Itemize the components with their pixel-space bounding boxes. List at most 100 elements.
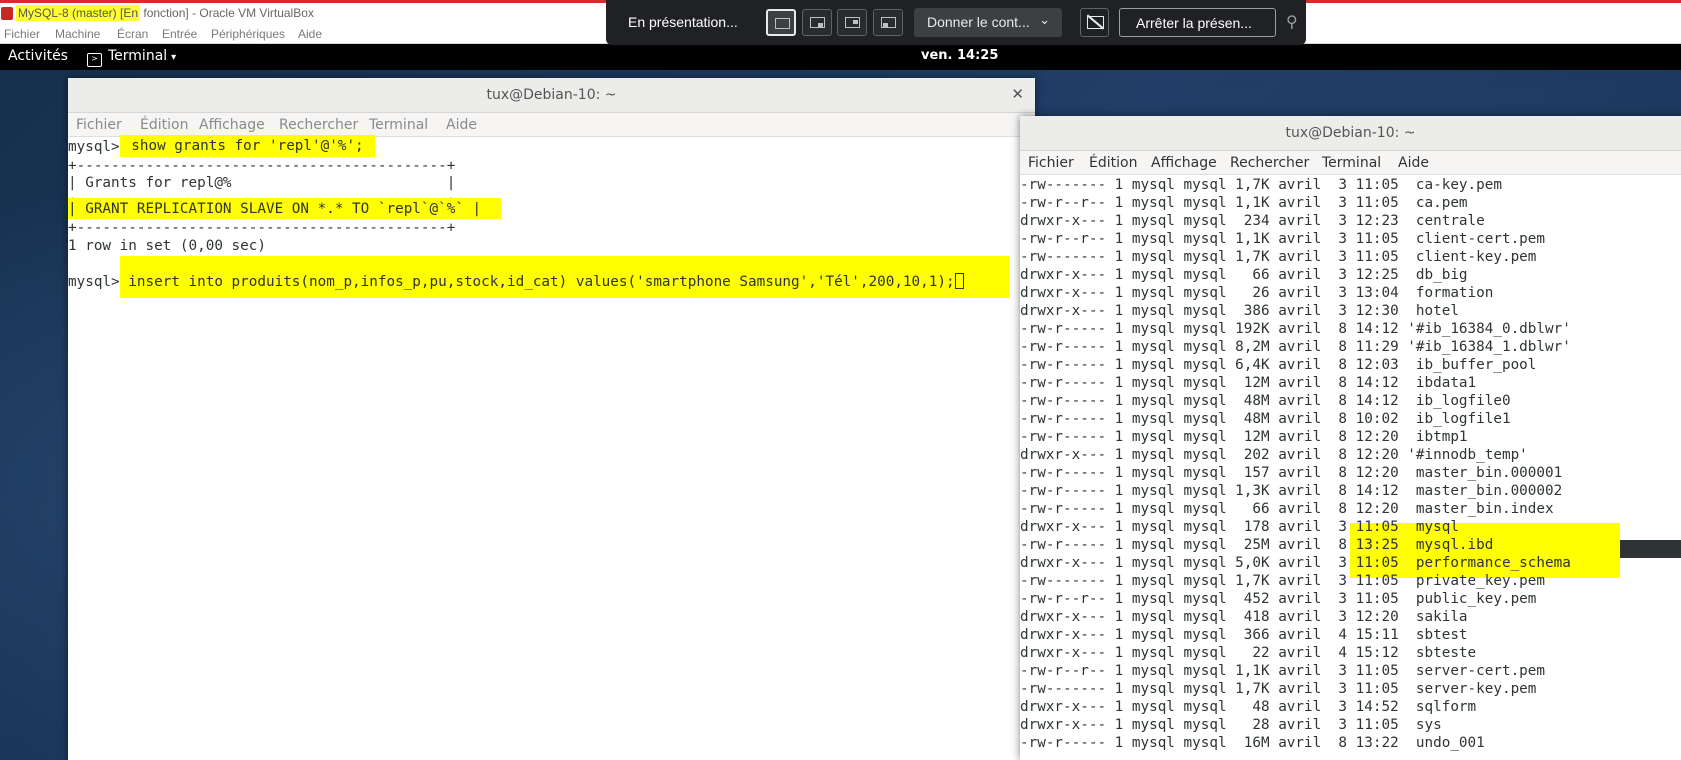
- left-menu-affichage[interactable]: Affichage: [199, 117, 265, 133]
- file-owner: mysql: [1131, 267, 1175, 283]
- vb-menu-entree[interactable]: Entrée: [162, 27, 197, 41]
- file-links: 1: [1114, 447, 1124, 463]
- left-menu-terminal[interactable]: Terminal: [369, 117, 428, 133]
- right-menu-terminal[interactable]: Terminal: [1322, 155, 1381, 171]
- file-owner: mysql: [1131, 627, 1175, 643]
- listing-row: -rw-r--r-- 1 mysql mysql 1,1K avril 3 11…: [1020, 194, 1468, 212]
- presentation-status: En présentation...: [628, 14, 738, 30]
- give-control-dropdown[interactable]: Donner le cont... ⌄: [914, 8, 1062, 37]
- right-menu-edition[interactable]: Édition: [1089, 155, 1137, 171]
- mysql-prompt: mysql>: [68, 139, 120, 155]
- left-menu-rechercher[interactable]: Rechercher: [279, 117, 358, 133]
- file-time: 12:20: [1355, 501, 1399, 517]
- file-day: 8: [1338, 501, 1348, 517]
- file-group: mysql: [1183, 717, 1227, 733]
- file-size: 48M: [1243, 393, 1270, 409]
- file-day: 3: [1338, 573, 1348, 589]
- file-size: 1,1K: [1235, 663, 1270, 679]
- vb-menu-aide[interactable]: Aide: [298, 27, 322, 41]
- file-time: 15:12: [1355, 645, 1399, 661]
- file-time: 13:22: [1355, 735, 1399, 751]
- left-menu-aide[interactable]: Aide: [446, 117, 477, 133]
- file-name: server-cert.pem: [1407, 663, 1546, 679]
- layout-fullscreen-button[interactable]: [766, 9, 796, 36]
- file-name: hotel: [1407, 303, 1459, 319]
- file-owner: mysql: [1131, 213, 1175, 229]
- file-permissions: -rw-r-----: [1020, 357, 1107, 373]
- file-time: 12:20: [1355, 609, 1399, 625]
- left-menu-fichier[interactable]: Fichier: [76, 117, 122, 133]
- file-size: 48: [1252, 699, 1270, 715]
- file-permissions: -rw-r-----: [1020, 429, 1107, 445]
- file-time: 11:05: [1355, 681, 1399, 697]
- vb-menu-peripheriques[interactable]: Périphériques: [211, 27, 285, 41]
- right-terminal-output[interactable]: -rw------- 1 mysql mysql 1,7K avril 3 11…: [1020, 175, 1681, 760]
- file-month: avril: [1278, 339, 1322, 355]
- file-owner: mysql: [1131, 717, 1175, 733]
- file-owner: mysql: [1131, 303, 1175, 319]
- file-links: 1: [1114, 195, 1124, 211]
- file-size: 366: [1243, 627, 1270, 643]
- caret-down-icon: ▾: [171, 52, 177, 63]
- file-name: centrale: [1407, 213, 1485, 229]
- file-time: 11:05: [1355, 591, 1399, 607]
- right-menu-aide[interactable]: Aide: [1398, 155, 1429, 171]
- app-menu-terminal[interactable]: > Terminal ▾: [87, 48, 176, 67]
- file-time: 12:20: [1355, 447, 1399, 463]
- vb-menu-machine[interactable]: Machine: [55, 27, 100, 41]
- file-group: mysql: [1183, 375, 1227, 391]
- file-permissions: drwxr-x---: [1020, 285, 1107, 301]
- file-month: avril: [1278, 681, 1322, 697]
- vb-menu-fichier[interactable]: Fichier: [4, 27, 40, 41]
- file-size: 1,3K: [1235, 483, 1270, 499]
- file-links: 1: [1114, 231, 1124, 247]
- activities-button[interactable]: Activités: [8, 48, 68, 64]
- file-month: avril: [1278, 303, 1322, 319]
- file-time: 14:12: [1355, 393, 1399, 409]
- vb-menu-ecran[interactable]: Écran: [117, 27, 148, 41]
- right-menu-affichage[interactable]: Affichage: [1151, 155, 1217, 171]
- clock[interactable]: ven. 14:25: [921, 48, 998, 63]
- file-name: mysql.ibd: [1407, 537, 1494, 553]
- right-menu-fichier[interactable]: Fichier: [1028, 155, 1074, 171]
- close-icon[interactable]: ✕: [1011, 85, 1024, 103]
- file-time: 14:52: [1355, 699, 1399, 715]
- file-permissions: -rw-r-----: [1020, 537, 1107, 553]
- file-day: 8: [1338, 339, 1348, 355]
- layout-pip-left-button[interactable]: [873, 9, 903, 36]
- file-name: ca-key.pem: [1407, 177, 1502, 193]
- right-menu-rechercher[interactable]: Rechercher: [1230, 155, 1309, 171]
- left-terminal-output[interactable]: mysql> show grants for 'repl'@'%'; +----…: [68, 135, 1035, 760]
- stop-presentation-button[interactable]: Arrêter la présen...: [1119, 8, 1276, 37]
- file-group: mysql: [1183, 537, 1227, 553]
- pin-icon[interactable]: ⚲: [1286, 12, 1298, 31]
- file-permissions: drwxr-x---: [1020, 303, 1107, 319]
- stop-screen-share-button[interactable]: [1080, 8, 1109, 37]
- listing-row: -rw-r----- 1 mysql mysql 192K avril 8 14…: [1020, 320, 1571, 338]
- file-day: 3: [1338, 717, 1348, 733]
- file-permissions: -rw-r--r--: [1020, 231, 1107, 247]
- file-time: 11:29: [1355, 339, 1399, 355]
- file-permissions: -rw-------: [1020, 249, 1107, 265]
- title-highlight: MySQL-8 (master) [En: [16, 5, 141, 21]
- file-name: sbteste: [1407, 645, 1477, 661]
- file-group: mysql: [1183, 321, 1227, 337]
- left-menu-edition[interactable]: Édition: [140, 117, 188, 133]
- file-month: avril: [1278, 555, 1322, 571]
- layout-side-by-side-button[interactable]: [837, 9, 867, 36]
- file-size: 5,0K: [1235, 555, 1270, 571]
- file-month: avril: [1278, 177, 1322, 193]
- file-size: 1,7K: [1235, 681, 1270, 697]
- file-group: mysql: [1183, 249, 1227, 265]
- file-owner: mysql: [1131, 357, 1175, 373]
- layout-pip-right-button[interactable]: [802, 9, 832, 36]
- file-time: 10:02: [1355, 411, 1399, 427]
- file-name: '#ib_16384_0.dblwr': [1407, 321, 1571, 337]
- file-permissions: drwxr-x---: [1020, 519, 1107, 535]
- file-permissions: -rw-------: [1020, 573, 1107, 589]
- file-month: avril: [1278, 591, 1322, 607]
- file-group: mysql: [1183, 483, 1227, 499]
- file-time: 12:23: [1355, 213, 1399, 229]
- file-month: avril: [1278, 447, 1322, 463]
- file-size: 1,1K: [1235, 231, 1270, 247]
